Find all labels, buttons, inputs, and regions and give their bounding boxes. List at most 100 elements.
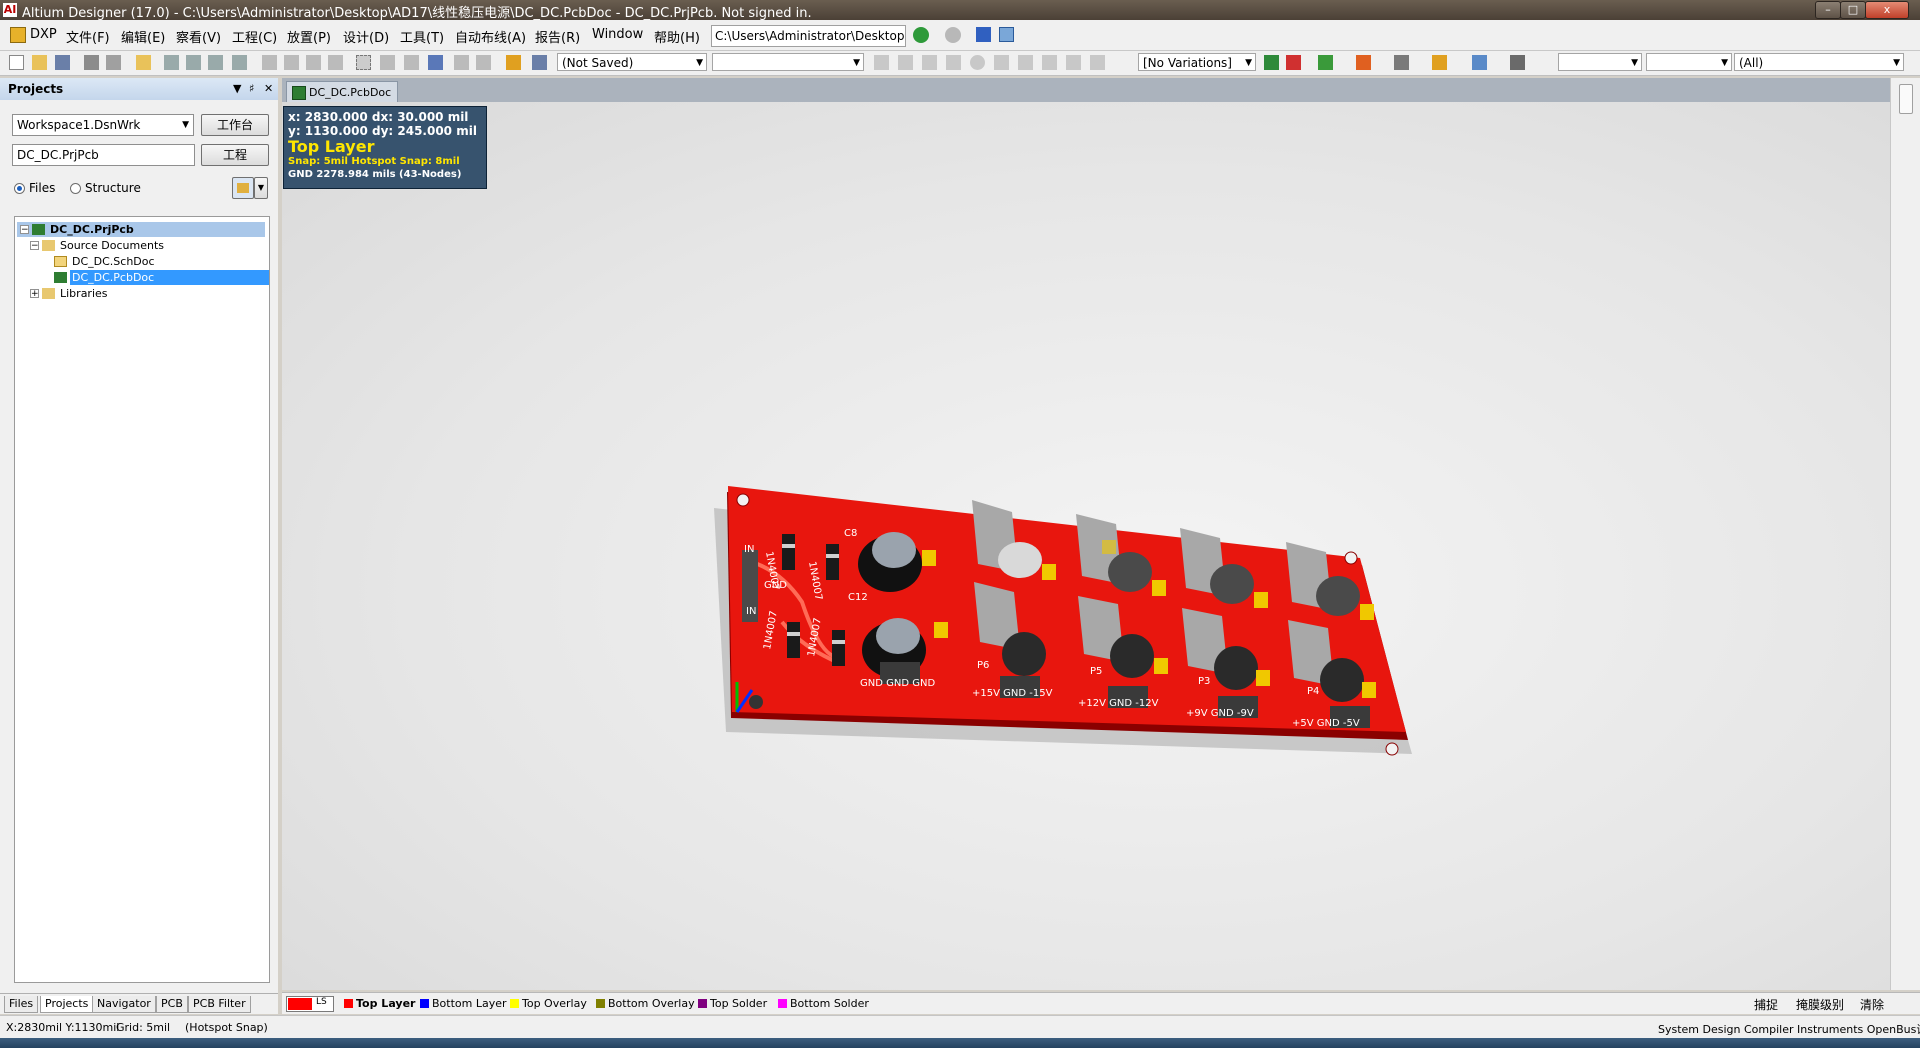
status-panels[interactable]: System Design Compiler Instruments OpenB… [1658,1021,1920,1037]
variations-combo[interactable]: [No Variations] ▼ [1138,53,1256,71]
tab-navigator[interactable]: Navigator [92,996,156,1013]
collapse-icon[interactable]: − [30,241,39,251]
combo-a[interactable]: ▼ [1558,53,1642,71]
align-icon[interactable] [1356,55,1371,70]
refresh-icon[interactable] [999,27,1014,42]
tab-pcb-filter[interactable]: PCB Filter [188,996,251,1013]
undo-icon[interactable] [454,55,469,70]
close-button[interactable]: x [1865,1,1909,19]
menu-autoroute[interactable]: 自动布线(A) [455,27,526,46]
menu-help[interactable]: 帮助(H) [654,27,700,46]
place-arc-icon[interactable] [994,55,1009,70]
grid-icon[interactable] [1510,55,1525,70]
menu-edit[interactable]: 编辑(E) [121,27,165,46]
layer-tab-top-layer[interactable]: Top Layer [342,996,415,1011]
expand-icon[interactable]: + [30,289,39,299]
tree-item-pcbdoc[interactable]: DC_DC.PcbDoc [17,270,269,285]
place-via-icon[interactable] [970,55,985,70]
tab-files[interactable]: Files [4,996,39,1013]
menu-reports[interactable]: 报告(R) [535,27,580,46]
clear-button[interactable]: 清除 [1860,996,1884,1013]
open-icon[interactable] [32,55,47,70]
interactive-route-icon[interactable] [874,55,889,70]
workspace-button[interactable]: 工作台 [201,114,269,136]
browse-components-icon[interactable] [532,55,547,70]
tree-item-libraries[interactable]: + Libraries [17,286,265,301]
tree-item-project[interactable]: − DC_DC.PrjPcb [17,222,265,237]
layer-set-indicator[interactable]: LS [286,996,334,1012]
layer-tab-bottom-solder[interactable]: Bottom Solder [776,996,869,1011]
clear-filter-icon[interactable] [428,55,443,70]
layer-tab-bottom-overlay[interactable]: Bottom Overlay [594,996,695,1011]
menu-dxp[interactable]: DXP [30,27,57,42]
minimize-button[interactable]: – [1815,1,1841,19]
tab-pcb[interactable]: PCB [156,996,188,1013]
find-similar-icon[interactable] [1394,55,1409,70]
new-icon[interactable] [9,55,24,70]
layer-tab-top-overlay[interactable]: Top Overlay [508,996,587,1011]
deselect-icon[interactable] [404,55,419,70]
place-fill-icon[interactable] [1018,55,1033,70]
layer-tab-top-solder[interactable]: Top Solder [696,996,767,1011]
files-radio[interactable] [14,183,25,194]
panel-pin-icon[interactable]: ♯ [249,82,254,95]
filter-combo[interactable]: (All) ▼ [1734,53,1904,71]
layer-tab-bottom-layer[interactable]: Bottom Layer [418,996,507,1011]
path-field[interactable]: C:\Users\Administrator\Desktop [711,25,906,47]
place-component-icon[interactable] [1090,55,1105,70]
cut-icon[interactable] [262,55,277,70]
tab-projects[interactable]: Projects [40,996,94,1013]
paste-icon[interactable] [306,55,321,70]
place-polygon-icon[interactable] [1042,55,1057,70]
variant-manager-icon[interactable] [1264,55,1279,70]
zoom-fit-icon[interactable] [164,55,179,70]
snap-button[interactable]: 捕捉 [1754,996,1778,1013]
place-pad-icon[interactable] [946,55,961,70]
mask-level-button[interactable]: 掩膜级别 [1796,996,1844,1013]
workspace-select[interactable]: Workspace1.DsnWrk ▼ [12,114,194,136]
forward-icon[interactable] [945,27,961,43]
print-icon[interactable] [84,55,99,70]
rooms-icon[interactable] [1432,55,1447,70]
multi-route-icon[interactable] [922,55,937,70]
project-button[interactable]: 工程 [201,144,269,166]
back-icon[interactable] [913,27,929,43]
project-options-button[interactable] [232,177,254,199]
zoom-selected-icon[interactable] [208,55,223,70]
dimension-icon[interactable] [1472,55,1487,70]
menu-file[interactable]: 文件(F) [66,27,110,46]
select-area-icon[interactable] [356,55,371,70]
redo-icon[interactable] [476,55,491,70]
structure-radio[interactable] [70,183,81,194]
blank-combo[interactable]: ▼ [712,53,864,71]
collapse-icon[interactable]: − [20,225,29,235]
copy-icon[interactable] [284,55,299,70]
menu-window[interactable]: Window [592,27,643,42]
diff-pair-route-icon[interactable] [898,55,913,70]
tree-item-source-documents[interactable]: − Source Documents [17,238,265,253]
print-preview-icon[interactable] [106,55,121,70]
place-text-icon[interactable] [1066,55,1081,70]
tree-item-schdoc[interactable]: DC_DC.SchDoc [17,254,265,269]
project-field[interactable]: DC_DC.PrjPcb [12,144,195,166]
pcb-3d-canvas[interactable]: 1N4007 1N4007 1N4007 1N4007 C8 C12 IN GN… [282,102,1890,990]
move-icon[interactable] [380,55,395,70]
menu-project[interactable]: 工程(C) [232,27,277,46]
tab-dc-dc-pcbdoc[interactable]: DC_DC.PcbDoc [286,81,399,103]
project-options-dropdown[interactable]: ▼ [254,177,268,199]
menu-design[interactable]: 设计(D) [343,27,389,46]
menu-view[interactable]: 察看(V) [176,27,221,46]
pcb-tools-icon[interactable] [1318,55,1333,70]
maximize-button[interactable]: □ [1840,1,1866,19]
vertical-scrollbar[interactable] [1890,78,1920,990]
save-icon[interactable] [55,55,70,70]
scroll-thumb[interactable] [1899,84,1913,114]
zoom-filter-icon[interactable] [232,55,247,70]
variant-clear-icon[interactable] [1286,55,1301,70]
rubber-stamp-icon[interactable] [328,55,343,70]
combo-b[interactable]: ▼ [1646,53,1732,71]
save-state-combo[interactable]: (Not Saved) ▼ [557,53,707,71]
open-project-icon[interactable] [136,55,151,70]
menu-tools[interactable]: 工具(T) [400,27,444,46]
zoom-area-icon[interactable] [186,55,201,70]
